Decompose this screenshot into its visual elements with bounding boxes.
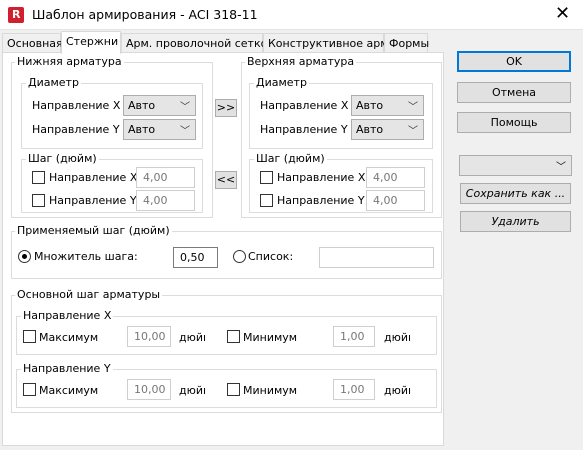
tab-shapes[interactable]: Формы bbox=[384, 33, 429, 53]
max-label: Максимум bbox=[39, 331, 99, 344]
ok-button[interactable]: OK bbox=[457, 51, 571, 72]
save-as-button[interactable]: Сохранить как ... bbox=[460, 183, 571, 204]
top-spacing-x-checkbox[interactable] bbox=[260, 171, 273, 184]
group-title: Направление X bbox=[21, 309, 114, 322]
unit-label: дюйı bbox=[384, 331, 412, 344]
bottom-diameter-x-select[interactable]: Авто ﹀ bbox=[123, 95, 196, 116]
top-spacing-y-checkbox[interactable] bbox=[260, 194, 273, 207]
list-label: Список: bbox=[248, 250, 294, 263]
tab-structural[interactable]: Конструктивное арм. bbox=[263, 33, 392, 53]
min-label: Минимум bbox=[243, 331, 298, 344]
group-title: Диаметр bbox=[26, 76, 81, 89]
top-spacing-y-field[interactable]: 4,00 bbox=[366, 190, 425, 211]
app-icon: R bbox=[8, 7, 24, 23]
top-spacing-group: Шаг (дюйм) Направление X 4,00 Направлени… bbox=[249, 152, 433, 213]
chevron-down-icon: ﹀ bbox=[180, 102, 190, 113]
base-spacing-group: Основной шаг арматуры Направление X Макс… bbox=[11, 288, 442, 413]
group-title: Диаметр bbox=[254, 76, 309, 89]
top-diameter-y-select[interactable]: Авто ﹀ bbox=[351, 119, 424, 140]
min-y-field[interactable]: 1,00 bbox=[333, 379, 375, 400]
close-icon: ✕ bbox=[555, 3, 571, 24]
group-title: Шаг (дюйм) bbox=[26, 152, 99, 165]
top-diameter-group: Диаметр Направление X Авто ﹀ Направление… bbox=[249, 76, 433, 149]
window-title: Шаблон армирования - ACI 318-11 bbox=[32, 7, 258, 22]
max-x-checkbox[interactable] bbox=[23, 330, 36, 343]
cancel-button[interactable]: Отмена bbox=[457, 82, 571, 103]
bottom-diameter-group: Диаметр Направление X Авто ﹀ Направление… bbox=[21, 76, 203, 149]
group-title: Применяемый шаг (дюйм) bbox=[15, 224, 172, 237]
max-y-field[interactable]: 10,00 bbox=[127, 379, 171, 400]
top-rebar-group: Верхняя арматура Диаметр Направление X А… bbox=[241, 55, 442, 218]
base-dir-y-group: Направление Y Максимум 10,00 дюйı Миниму… bbox=[16, 362, 437, 408]
bottom-diameter-y-select[interactable]: Авто ﹀ bbox=[123, 119, 196, 140]
min-label: Минимум bbox=[243, 384, 298, 397]
group-title: Верхняя арматура bbox=[245, 55, 357, 68]
max-label: Максимум bbox=[39, 384, 99, 397]
unit-label: дюйı bbox=[179, 384, 207, 397]
copy-to-top-button[interactable]: >> bbox=[215, 99, 237, 117]
applied-spacing-group: Применяемый шаг (дюйм) Множитель шага: 0… bbox=[11, 224, 442, 279]
bottom-spacing-y-checkbox[interactable] bbox=[32, 194, 45, 207]
dir-x-label: Направление X bbox=[277, 171, 366, 184]
group-title: Основной шаг арматуры bbox=[15, 288, 163, 301]
multiplier-radio[interactable] bbox=[18, 250, 31, 263]
dir-x-label: Направление X bbox=[32, 99, 121, 112]
dir-x-label: Направление X bbox=[49, 171, 138, 184]
tab-main[interactable]: Основная bbox=[2, 33, 63, 53]
chevron-down-icon: ﹀ bbox=[180, 126, 190, 137]
tab-bars[interactable]: Стержни bbox=[61, 31, 121, 54]
min-x-field[interactable]: 1,00 bbox=[333, 326, 375, 347]
chevron-down-icon: ﹀ bbox=[408, 126, 418, 137]
bottom-spacing-y-field[interactable]: 4,00 bbox=[136, 190, 195, 211]
min-y-checkbox[interactable] bbox=[227, 383, 240, 396]
template-select[interactable]: ﹀ bbox=[459, 155, 572, 176]
unit-label: дюйı bbox=[179, 331, 207, 344]
min-x-checkbox[interactable] bbox=[227, 330, 240, 343]
bottom-spacing-x-checkbox[interactable] bbox=[32, 171, 45, 184]
bottom-rebar-group: Нижняя арматура Диаметр Направление X Ав… bbox=[11, 55, 213, 218]
top-spacing-x-field[interactable]: 4,00 bbox=[366, 167, 425, 188]
list-radio[interactable] bbox=[233, 250, 246, 263]
close-button[interactable]: ✕ bbox=[540, 0, 583, 30]
help-button[interactable]: Помощь bbox=[457, 112, 571, 133]
group-title: Шаг (дюйм) bbox=[254, 152, 327, 165]
list-field[interactable] bbox=[319, 247, 434, 268]
max-x-field[interactable]: 10,00 bbox=[127, 326, 171, 347]
delete-button[interactable]: Удалить bbox=[460, 211, 571, 232]
multiplier-field[interactable]: 0,50 bbox=[173, 247, 218, 268]
dir-y-label: Направление Y bbox=[277, 194, 365, 207]
max-y-checkbox[interactable] bbox=[23, 383, 36, 396]
chevron-down-icon: ﹀ bbox=[556, 162, 566, 173]
base-dir-x-group: Направление X Максимум 10,00 дюйı Миниму… bbox=[16, 309, 437, 355]
bottom-spacing-group: Шаг (дюйм) Направление X 4,00 Направлени… bbox=[21, 152, 203, 213]
group-title: Направление Y bbox=[21, 362, 113, 375]
tab-panel: Нижняя арматура Диаметр Направление X Ав… bbox=[2, 52, 444, 446]
dir-y-label: Направление Y bbox=[32, 123, 120, 136]
multiplier-label: Множитель шага: bbox=[34, 250, 138, 263]
dir-y-label: Направление Y bbox=[49, 194, 137, 207]
dir-x-label: Направление X bbox=[260, 99, 349, 112]
chevron-down-icon: ﹀ bbox=[408, 102, 418, 113]
tab-wire-mesh[interactable]: Арм. проволочной сеткой bbox=[121, 33, 275, 53]
bottom-spacing-x-field[interactable]: 4,00 bbox=[136, 167, 195, 188]
copy-to-bottom-button[interactable]: << bbox=[215, 171, 237, 189]
group-title: Нижняя арматура bbox=[15, 55, 124, 68]
unit-label: дюйı bbox=[384, 384, 412, 397]
top-diameter-x-select[interactable]: Авто ﹀ bbox=[351, 95, 424, 116]
dir-y-label: Направление Y bbox=[260, 123, 348, 136]
